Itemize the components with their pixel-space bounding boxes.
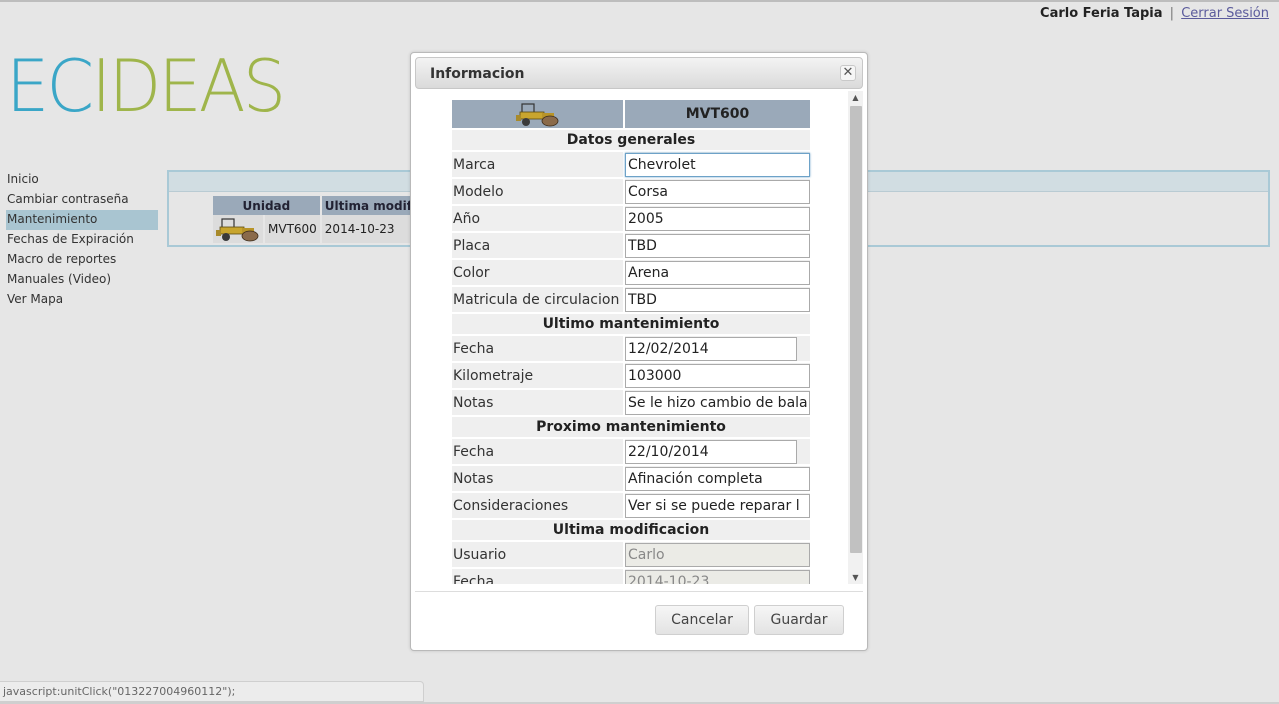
notas-proximo-input[interactable] — [625, 466, 810, 491]
dialog-footer: Cancelar Guardar — [415, 591, 863, 646]
label-usuario: Usuario — [452, 542, 623, 567]
consideraciones-input[interactable] — [625, 493, 810, 518]
sidebar-item-cambiar-contrasena[interactable]: Cambiar contraseña — [6, 190, 158, 210]
dialog-titlebar[interactable]: Informacion ✕ — [415, 57, 863, 89]
anio-input[interactable] — [625, 206, 810, 231]
sidebar-item-fechas-expiracion[interactable]: Fechas de Expiración — [6, 230, 158, 250]
dialog-body[interactable]: MVT600 Datos generales Marca Modelo Año … — [415, 91, 863, 584]
label-marca: Marca — [452, 152, 623, 177]
marca-input[interactable] — [625, 152, 810, 177]
save-button[interactable]: Guardar — [754, 605, 844, 635]
sidebar-item-inicio[interactable]: Inicio — [6, 170, 158, 190]
label-fecha-ultimo: Fecha — [452, 336, 623, 361]
logo: ECIDEAS — [6, 44, 286, 128]
bulldozer-icon — [515, 103, 558, 127]
section-ultima-modificacion: Ultima modificacion — [452, 520, 810, 540]
fecha-ultimo-input[interactable] — [625, 336, 797, 361]
column-header-unidad: Unidad — [213, 196, 320, 215]
matricula-input[interactable] — [625, 287, 810, 312]
user-name: Carlo Feria Tapia — [1040, 6, 1163, 21]
modelo-input[interactable] — [625, 179, 810, 204]
color-input[interactable] — [625, 260, 810, 285]
section-ultimo-mantenimiento: Ultimo mantenimiento — [452, 314, 810, 334]
logo-ideas: IDEAS — [91, 44, 286, 128]
info-dialog: Informacion ✕ MVT600 Datos generales Mar… — [410, 52, 868, 651]
label-modelo: Modelo — [452, 179, 623, 204]
label-notas-proximo: Notas — [452, 466, 623, 491]
sidebar-item-mantenimiento[interactable]: Mantenimiento — [6, 210, 158, 230]
units-table: Unidad Ultima modifica MVT600 2014-10-23 — [211, 196, 436, 243]
scroll-thumb[interactable] — [850, 106, 862, 553]
cancel-button[interactable]: Cancelar — [655, 605, 749, 635]
label-consideraciones: Consideraciones — [452, 493, 623, 518]
unit-name-header: MVT600 — [625, 100, 810, 128]
label-fecha-proximo: Fecha — [452, 439, 623, 464]
logo-ec: EC — [6, 44, 94, 128]
label-kilometraje: Kilometraje — [452, 363, 623, 388]
label-placa: Placa — [452, 233, 623, 258]
label-matricula: Matricula de circulacion — [452, 287, 623, 312]
status-bar: javascript:unitClick("013227004960112"); — [0, 681, 424, 702]
logout-link[interactable]: Cerrar Sesión — [1181, 6, 1269, 21]
kilometraje-input[interactable] — [625, 363, 810, 388]
bulldozer-icon — [216, 218, 259, 242]
section-datos-generales: Datos generales — [452, 130, 810, 150]
close-icon[interactable]: ✕ — [840, 65, 856, 81]
top-border — [0, 0, 1279, 2]
unit-icon-cell[interactable] — [213, 215, 263, 243]
fecha-modificacion-input — [625, 569, 810, 584]
table-row[interactable]: MVT600 2014-10-23 — [213, 215, 434, 243]
scroll-down-arrow-icon[interactable]: ▼ — [848, 571, 863, 584]
scroll-up-arrow-icon[interactable]: ▲ — [848, 91, 863, 104]
usuario-input — [625, 542, 810, 567]
label-fecha-modificacion: Fecha — [452, 569, 623, 584]
sidebar: Inicio Cambiar contraseña Mantenimiento … — [6, 170, 158, 310]
user-bar: Carlo Feria Tapia | Cerrar Sesión — [1040, 6, 1269, 21]
label-color: Color — [452, 260, 623, 285]
sidebar-item-manuales-video[interactable]: Manuales (Video) — [6, 270, 158, 290]
separator: | — [1169, 6, 1175, 21]
unit-name-cell[interactable]: MVT600 — [265, 215, 320, 243]
fecha-proximo-input[interactable] — [625, 439, 797, 464]
unit-image-cell — [452, 100, 623, 128]
dialog-title: Informacion — [430, 66, 525, 82]
label-notas-ultimo: Notas — [452, 390, 623, 415]
placa-input[interactable] — [625, 233, 810, 258]
section-proximo-mantenimiento: Proximo mantenimiento — [452, 417, 810, 437]
unit-info-form: MVT600 Datos generales Marca Modelo Año … — [450, 98, 812, 584]
label-anio: Año — [452, 206, 623, 231]
notas-ultimo-input[interactable] — [625, 390, 810, 415]
dialog-scrollbar[interactable]: ▲ ▼ — [848, 91, 863, 584]
sidebar-item-ver-mapa[interactable]: Ver Mapa — [6, 290, 158, 310]
sidebar-item-macro-reportes[interactable]: Macro de reportes — [6, 250, 158, 270]
